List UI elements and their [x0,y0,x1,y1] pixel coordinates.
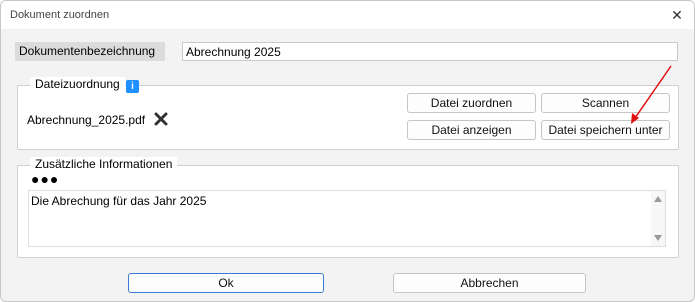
show-file-button[interactable]: Datei anzeigen [407,120,536,140]
additional-info-text: Die Abrechung für das Jahr 2025 [31,194,207,208]
title-bar: Dokument zuordnen ✕ [1,1,694,29]
scroll-down-icon[interactable] [654,235,662,241]
more-options-icon[interactable]: ●●● [31,172,59,186]
additional-info-textarea[interactable]: Die Abrechung für das Jahr 2025 [28,190,666,247]
close-icon[interactable]: ✕ [666,4,688,26]
window-title: Dokument zuordnen [10,9,110,21]
textarea-scrollbar[interactable] [651,191,665,246]
assign-file-button[interactable]: Datei zuordnen [407,93,536,113]
info-icon[interactable]: i [126,80,139,93]
file-assignment-group: Dateizuordnung i Abrechnung_2025.pdf Dat… [17,77,679,150]
file-assignment-legend: Dateizuordnung [30,77,125,91]
document-name-label: Dokumentenbezeichnung [15,42,165,61]
file-name: Abrechnung_2025.pdf [27,113,146,127]
ok-button[interactable]: Ok [128,273,324,293]
remove-file-icon[interactable] [153,111,169,127]
scroll-up-icon[interactable] [654,196,662,202]
document-name-input[interactable] [182,42,678,61]
additional-info-legend: Zusätzliche Informationen [30,157,178,171]
cancel-button[interactable]: Abbrechen [393,273,586,293]
annotation-arrow [631,65,672,124]
dialog-window: Dokument zuordnen ✕ Dokumentenbezeichnun… [0,0,695,302]
